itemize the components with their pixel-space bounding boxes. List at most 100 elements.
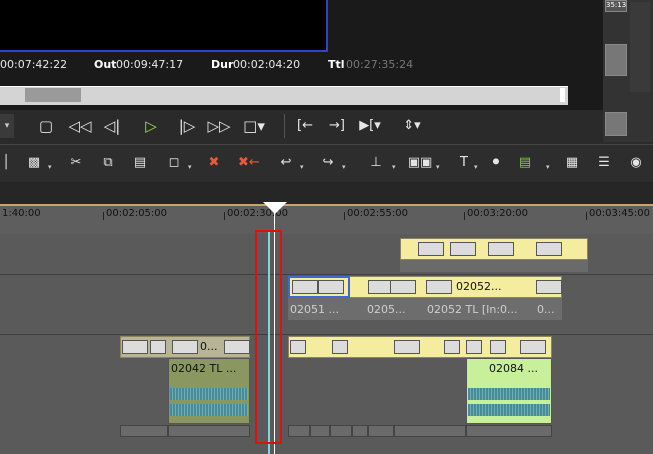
clip-v1a-label: 0... (200, 340, 218, 353)
mark-in-icon[interactable]: [← (292, 114, 318, 138)
insert-icon[interactable]: ▶[▾ (356, 114, 384, 138)
audio-clip-a-label: 02042 TL ... (171, 362, 237, 375)
ruler-tick (464, 212, 465, 220)
clip-frame-thumb (292, 280, 318, 294)
track-segment (466, 425, 552, 437)
audio-waveform (468, 388, 550, 400)
clip-v2b-label: 0205... (367, 303, 406, 316)
toolbar-spacer (0, 182, 653, 204)
transport-menu-arrow-icon[interactable]: ▾ (0, 114, 14, 138)
clip-frame-thumb (394, 340, 420, 354)
clip-frame-thumb (224, 340, 250, 354)
clip-frame-thumb (122, 340, 148, 354)
ruler-label: 00:03:20:00 (467, 208, 529, 219)
paste-icon[interactable]: ▤ (130, 152, 150, 174)
transition-icon[interactable]: ▣▣ (406, 152, 434, 174)
copy-icon[interactable]: ⧉ (98, 152, 118, 174)
audio-settings-icon[interactable]: ☰ (594, 152, 614, 174)
dur-timecode: 00:02:04:20 (233, 58, 301, 71)
save-icon[interactable]: ▩ (24, 152, 44, 174)
bin-thumb-1[interactable]: 35:13 (605, 0, 627, 12)
clip-frame-thumb (520, 340, 546, 354)
mixer-icon[interactable]: ▤ (514, 152, 536, 174)
scrub-bar[interactable] (0, 86, 568, 105)
split-icon[interactable]: ⇕▾ (400, 114, 424, 138)
audio-waveform (170, 404, 248, 416)
ruler-label: 00:02:55:00 (347, 208, 409, 219)
stop-icon[interactable]: ▢ (36, 114, 56, 138)
ttl-label: Ttl (328, 58, 345, 71)
clip-v2c-label: 02052... (456, 280, 502, 293)
clip-frame-thumb (390, 280, 416, 294)
out-label: Out (94, 58, 116, 71)
audio-clip-b-label: 02084 ... (489, 362, 538, 375)
clip-frame-thumb (490, 340, 506, 354)
clip-frame-thumb (172, 340, 198, 354)
fast-forward-icon[interactable]: ▷▷ (205, 114, 233, 138)
ripple-delete-icon[interactable]: ✖← (238, 152, 260, 174)
ruler-tick (224, 212, 225, 220)
timeline-ruler[interactable] (0, 204, 653, 236)
clip-frame-thumb (466, 340, 482, 354)
video-preview (0, 0, 328, 52)
redo-dropdown-icon[interactable]: ▾ (342, 163, 346, 171)
track-segment (352, 425, 368, 437)
clip-v2c-sub: 02052 TL [In:0... (427, 303, 518, 316)
title-icon[interactable]: T (454, 152, 474, 174)
microphone-icon[interactable]: ⚫ (486, 152, 506, 174)
title-dropdown-icon[interactable]: ▾ (474, 163, 478, 171)
clip-frame-thumb (426, 280, 452, 294)
clip-frame-thumb (150, 340, 166, 354)
track-divider (0, 274, 653, 275)
bin-thumb-2[interactable] (605, 44, 627, 76)
track-segment (168, 425, 250, 437)
undo-icon[interactable]: ↩ (276, 152, 296, 174)
delete-icon[interactable]: ✖ (204, 152, 224, 174)
clip-v1b[interactable] (288, 336, 552, 358)
clip-v2d-sub: 0... (537, 303, 555, 316)
loop-icon[interactable]: □▾ (240, 114, 268, 138)
track-segment (310, 425, 330, 437)
ruler-tick (344, 212, 345, 220)
color-wheel-icon[interactable]: ◉ (626, 152, 646, 174)
group-icon[interactable]: ◻ (164, 152, 184, 174)
redo-icon[interactable]: ↪ (318, 152, 338, 174)
bin-scroll[interactable] (630, 2, 650, 92)
bin-thumb-1-time: 35:13 (606, 1, 627, 9)
mixer-dropdown-icon[interactable]: ▾ (546, 163, 550, 171)
ruler-label: 00:03:45:00 (589, 208, 651, 219)
rewind-icon[interactable]: ◁◁ (66, 114, 94, 138)
track-segment (368, 425, 394, 437)
ruler-label: 1:40:00 (2, 208, 41, 219)
scrub-end-marker (560, 88, 565, 102)
clip-split-icon[interactable]: ⊥ (366, 152, 386, 174)
save-dropdown-icon[interactable]: ▾ (48, 163, 52, 171)
track-segment (120, 425, 168, 437)
transport-divider (284, 114, 285, 138)
clip-frame-thumb (290, 340, 306, 354)
cut-icon[interactable]: ✂ (66, 152, 86, 174)
in-timecode: 00:07:42:22 (0, 58, 68, 71)
undo-dropdown-icon[interactable]: ▾ (300, 163, 304, 171)
clip-v2a-label: 02051 ... (290, 303, 339, 316)
clip-frame-thumb (318, 280, 344, 294)
clip-split-dropdown-icon[interactable]: ▾ (392, 163, 396, 171)
bin-thumb-3[interactable] (605, 112, 627, 136)
clip-frame-thumb (332, 340, 348, 354)
step-forward-icon[interactable]: |▷ (176, 114, 198, 138)
track-segment (394, 425, 466, 437)
ttl-timecode: 00:27:35:24 (346, 58, 414, 71)
play-icon[interactable]: ▷ (140, 114, 162, 138)
grid-view-icon[interactable]: ▦ (562, 152, 582, 174)
mark-out-icon[interactable]: →] (324, 114, 350, 138)
scrub-thumb[interactable] (25, 88, 81, 102)
ttl-label-text: Ttl (328, 58, 345, 71)
highlight-box (255, 230, 282, 444)
clip-frame-thumb (536, 242, 562, 256)
audio-waveform (170, 388, 248, 400)
out-label-text: Out (94, 58, 117, 71)
group-dropdown-icon[interactable]: ▾ (188, 163, 192, 171)
playhead-marker-icon[interactable] (263, 202, 287, 214)
step-back-icon[interactable]: ◁| (100, 114, 124, 138)
transition-dropdown-icon[interactable]: ▾ (436, 163, 440, 171)
